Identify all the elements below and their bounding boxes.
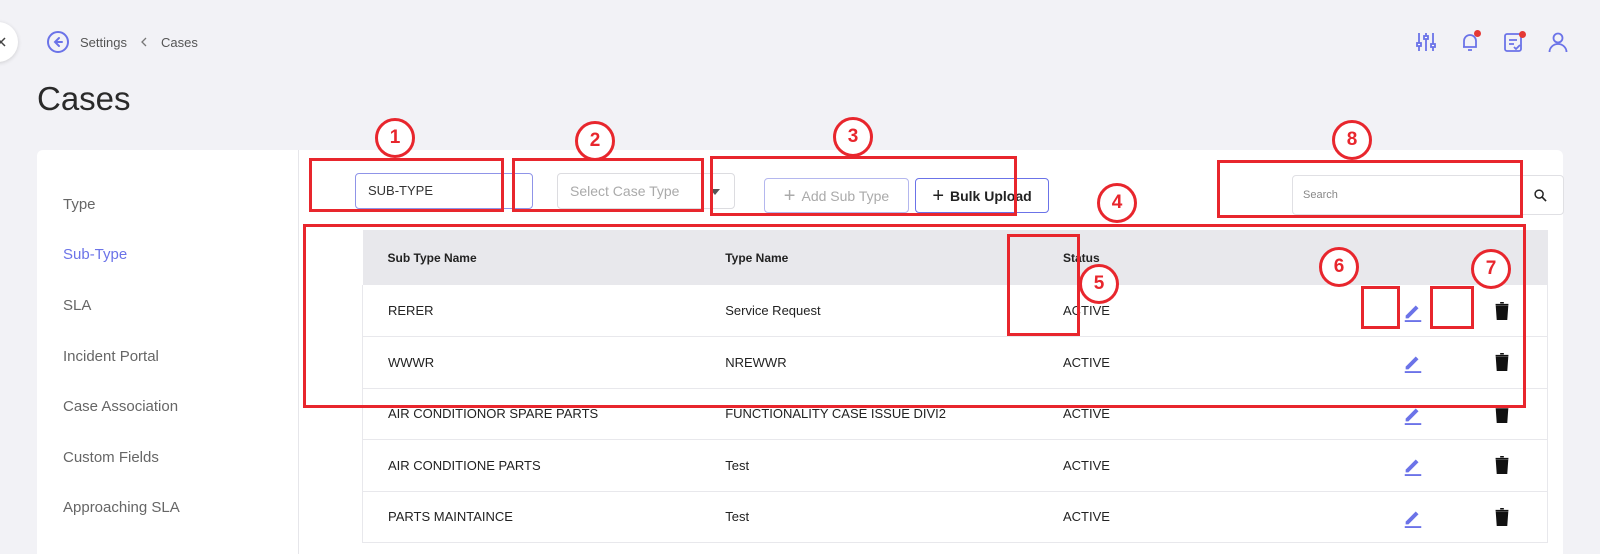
- delete-button[interactable]: [1457, 491, 1548, 543]
- sidebar-item-case-association[interactable]: Case Association: [63, 398, 178, 415]
- user-icon[interactable]: [1546, 30, 1570, 54]
- annotation-number: 6: [1319, 247, 1359, 287]
- task-check-icon[interactable]: [1502, 30, 1526, 54]
- back-icon[interactable]: [46, 30, 70, 54]
- cell-type-name: Test: [700, 491, 1038, 543]
- filter-sliders-icon[interactable]: [1414, 30, 1438, 54]
- annotation-box-8: [1217, 160, 1523, 218]
- edit-icon: [1404, 459, 1421, 477]
- edit-button[interactable]: [1367, 491, 1458, 543]
- sidebar-item-type[interactable]: Type: [63, 196, 96, 213]
- cell-status: ACTIVE: [1037, 491, 1368, 543]
- edit-icon: [1404, 511, 1421, 528]
- bell-alert-icon[interactable]: [1458, 30, 1482, 54]
- sidebar-item-sla[interactable]: SLA: [63, 297, 91, 314]
- sidebar-item-custom-fields[interactable]: Custom Fields: [63, 449, 159, 466]
- table-row: PARTS MAINTAINCE Test ACTIVE: [362, 491, 1548, 543]
- breadcrumb: Settings Cases: [46, 30, 198, 54]
- annotation-number: 2: [575, 121, 615, 161]
- annotation-number: 4: [1097, 183, 1137, 223]
- breadcrumb-current: Cases: [160, 34, 198, 50]
- trash-icon: [1495, 507, 1509, 526]
- delete-button[interactable]: [1457, 439, 1548, 492]
- annotation-box-5: [1007, 234, 1080, 336]
- table-row: AIR CONDITIONE PARTS Test ACTIVE: [362, 439, 1548, 492]
- sidebar-item-sub-type[interactable]: Sub-Type: [63, 246, 127, 263]
- cell-sub-type-name: PARTS MAINTAINCE: [362, 491, 701, 543]
- annotation-number: 1: [375, 118, 415, 158]
- cell-status: ACTIVE: [1037, 439, 1368, 492]
- sidebar-item-approaching-sla[interactable]: Approaching SLA: [63, 499, 180, 516]
- annotation-box-7: [1430, 286, 1474, 329]
- cell-type-name: Test: [700, 439, 1038, 492]
- annotation-number: 5: [1079, 264, 1119, 304]
- trash-icon: [1495, 456, 1509, 475]
- sidebar-collapse-button[interactable]: [0, 22, 18, 62]
- chevron-left-icon: [141, 37, 147, 47]
- page-title: Cases: [37, 80, 131, 117]
- sidebar-item-incident-portal[interactable]: Incident Portal: [63, 348, 159, 365]
- cell-sub-type-name: AIR CONDITIONE PARTS: [362, 439, 701, 492]
- annotation-box-1: [309, 158, 504, 212]
- edit-button[interactable]: [1367, 439, 1458, 492]
- annotation-box-2: [512, 158, 704, 212]
- close-icon: [0, 37, 6, 47]
- settings-sidebar: Type Sub-Type SLA Incident Portal Case A…: [37, 150, 299, 554]
- search-icon[interactable]: [1534, 189, 1547, 202]
- annotation-number: 3: [833, 117, 873, 157]
- annotation-number: 8: [1332, 120, 1372, 160]
- annotation-number: 7: [1471, 249, 1511, 289]
- annotation-box-6: [1361, 286, 1400, 329]
- annotation-box-3: [710, 156, 1017, 216]
- breadcrumb-settings-link[interactable]: Settings: [80, 35, 127, 50]
